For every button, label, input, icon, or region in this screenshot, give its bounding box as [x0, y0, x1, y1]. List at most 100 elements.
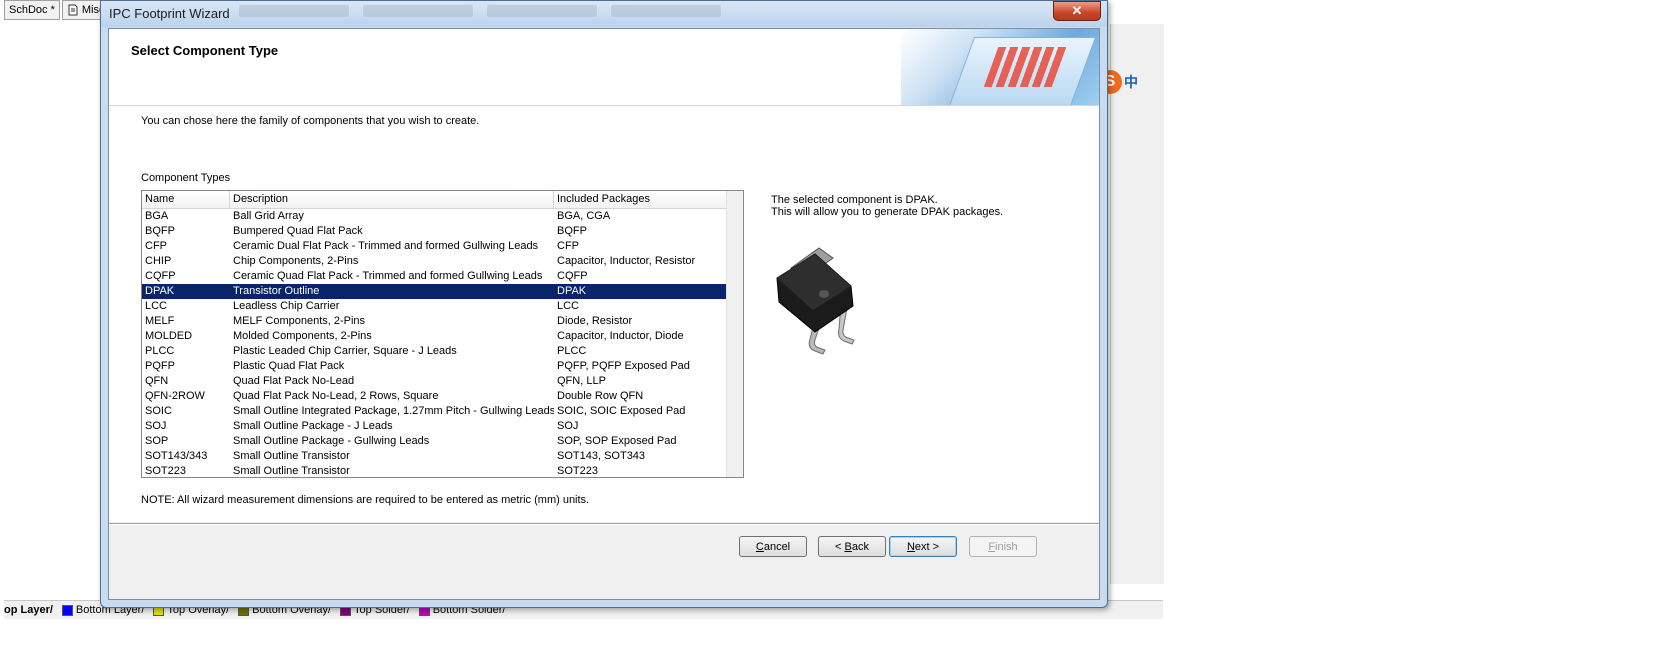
- row-name-cell: CFP: [145, 240, 167, 252]
- wizard-client-area: Select Component Type You can chose here…: [108, 28, 1100, 600]
- row-description-cell: Chip Components, 2-Pins: [233, 255, 359, 267]
- table-row[interactable]: DPAK Transistor Outline DPAK: [142, 284, 727, 299]
- close-icon: ✕: [1071, 3, 1083, 18]
- finish-button[interactable]: Finish: [969, 536, 1037, 557]
- ime-language-indicator[interactable]: 中: [1124, 72, 1138, 92]
- document-tabs: SchDoc * Misc: [4, 0, 111, 20]
- row-description-cell: Quad Flat Pack No-Lead, 2 Rows, Square: [233, 390, 439, 402]
- row-name-cell: SOT223: [145, 465, 186, 477]
- document-icon: [68, 4, 78, 16]
- row-name-cell: SOT143/343: [145, 450, 208, 462]
- row-description-cell: Small Outline Package - Gullwing Leads: [233, 435, 430, 447]
- row-packages-cell: SOT143, SOT343: [557, 450, 646, 462]
- back-button[interactable]: < Back: [818, 536, 886, 557]
- table-row[interactable]: MELF MELF Components, 2-Pins Diode, Resist…: [142, 314, 727, 329]
- table-row[interactable]: CFP Ceramic Dual Flat Pack - Trimmed and …: [142, 239, 727, 254]
- table-row[interactable]: SOT143/343 Small Outline Transistor SOT143…: [142, 449, 727, 464]
- layer-color-swatch: [61, 604, 73, 616]
- row-packages-cell: Double Row QFN: [557, 390, 644, 402]
- row-name-cell: QFN: [145, 375, 169, 387]
- wizard-header: Select Component Type: [109, 29, 1099, 106]
- selected-info-line: The selected component is DPAK.: [771, 194, 938, 206]
- intro-text: You can chose here the family of compone…: [141, 115, 480, 127]
- row-packages-cell: SOP, SOP Exposed Pad: [557, 435, 677, 447]
- table-row[interactable]: SOJ Small Outline Package - J Leads SOJ: [142, 419, 727, 434]
- row-description-cell: Ball Grid Array: [233, 210, 304, 222]
- cancel-button[interactable]: Cancel: [739, 536, 807, 557]
- document-tab-schdoc[interactable]: SchDoc *: [4, 0, 60, 20]
- list-header: Name Description Included Packages: [142, 191, 743, 209]
- list-scrollbar[interactable]: [726, 191, 743, 477]
- row-name-cell: QFN-2ROW: [145, 390, 205, 402]
- layer-tab[interactable]: op Layer /: [4, 604, 53, 616]
- row-packages-cell: DPAK: [557, 285, 587, 297]
- row-description-cell: Small Outline Integrated Package, 1.27mm…: [233, 405, 554, 417]
- row-name-cell: PLCC: [145, 345, 175, 357]
- selected-info-line: This will allow you to generate DPAK pac…: [771, 206, 1004, 218]
- row-name-cell: BGA: [145, 210, 169, 222]
- row-packages-cell: SOIC, SOIC Exposed Pad: [557, 405, 686, 417]
- row-name-cell: LCC: [145, 300, 168, 312]
- row-name-cell: MELF: [145, 315, 175, 327]
- row-name-cell: DPAK: [145, 285, 175, 297]
- title-bar[interactable]: IPC Footprint Wizard ✕: [101, 1, 1107, 27]
- row-name-cell: MOLDED: [145, 330, 193, 342]
- row-description-cell: Ceramic Dual Flat Pack - Trimmed and for…: [233, 240, 539, 252]
- row-description-cell: Molded Components, 2-Pins: [233, 330, 372, 342]
- row-packages-cell: SOT223: [557, 465, 598, 477]
- column-header-name[interactable]: Name: [142, 191, 230, 208]
- row-packages-cell: QFN, LLP: [557, 375, 606, 387]
- table-row[interactable]: PQFP Plastic Quad Flat Pack PQFP, PQFP Exp…: [142, 359, 727, 374]
- table-row[interactable]: QFN-2ROW Quad Flat Pack No-Lead, 2 Rows, …: [142, 389, 727, 404]
- row-description-cell: Small Outline Package - J Leads: [233, 420, 393, 432]
- table-row[interactable]: PLCC Plastic Leaded Chip Carrier, Square …: [142, 344, 727, 359]
- row-packages-cell: CFP: [557, 240, 579, 252]
- row-description-cell: Ceramic Quad Flat Pack - Trimmed and for…: [233, 270, 543, 282]
- title-bar-ghost-tabs: [239, 5, 721, 17]
- table-row[interactable]: BGA Ball Grid Array BGA, CGA: [142, 209, 727, 224]
- component-types-list[interactable]: Name Description Included Packages BGA Ba…: [141, 190, 744, 478]
- table-row[interactable]: CQFP Ceramic Quad Flat Pack - Trimmed and…: [142, 269, 727, 284]
- wizard-body: You can chose here the family of compone…: [109, 106, 1099, 522]
- row-name-cell: SOIC: [145, 405, 172, 417]
- table-row[interactable]: BQFP Bumpered Quad Flat Pack BQFP: [142, 224, 727, 239]
- row-packages-cell: Diode, Resistor: [557, 315, 633, 327]
- selected-component-info: The selected component is DPAK. This wil…: [771, 194, 1003, 218]
- row-description-cell: MELF Components, 2-Pins: [233, 315, 366, 327]
- table-row[interactable]: SOP Small Outline Package - Gullwing Lead…: [142, 434, 727, 449]
- column-header-description[interactable]: Description: [230, 191, 554, 208]
- row-packages-cell: CQFP: [557, 270, 588, 282]
- table-row[interactable]: SOIC Small Outline Integrated Package, 1.…: [142, 404, 727, 419]
- row-name-cell: SOJ: [145, 420, 167, 432]
- row-description-cell: Leadless Chip Carrier: [233, 300, 340, 312]
- document-tab-label: SchDoc *: [9, 4, 55, 16]
- row-packages-cell: PLCC: [557, 345, 587, 357]
- table-row[interactable]: MOLDED Molded Components, 2-Pins Capacitor…: [142, 329, 727, 344]
- row-packages-cell: Capacitor, Inductor, Resistor: [557, 255, 696, 267]
- row-description-cell: Bumpered Quad Flat Pack: [233, 225, 363, 237]
- next-button[interactable]: Next >: [889, 536, 957, 557]
- table-row[interactable]: LCC Leadless Chip Carrier LCC: [142, 299, 727, 314]
- row-packages-cell: BQFP: [557, 225, 587, 237]
- row-description-cell: Plastic Quad Flat Pack: [233, 360, 345, 372]
- table-row[interactable]: QFN Quad Flat Pack No-Lead QFN, LLP: [142, 374, 727, 389]
- list-rows: BGA Ball Grid Array BGA, CGA BQFP Bumpered Q…: [142, 209, 727, 477]
- component-types-label: Component Types: [141, 172, 231, 184]
- window-title: IPC Footprint Wizard: [109, 6, 230, 21]
- row-name-cell: PQFP: [145, 360, 175, 372]
- row-name-cell: CHIP: [145, 255, 172, 267]
- close-button[interactable]: ✕: [1053, 1, 1101, 21]
- row-packages-cell: PQFP, PQFP Exposed Pad: [557, 360, 690, 372]
- row-name-cell: BQFP: [145, 225, 175, 237]
- row-packages-cell: LCC: [557, 300, 580, 312]
- table-row[interactable]: SOT223 Small Outline Transistor SOT223: [142, 464, 727, 477]
- metric-note: NOTE: All wizard measurement dimensions …: [141, 494, 590, 506]
- column-header-packages[interactable]: Included Packages: [554, 191, 727, 208]
- row-description-cell: Quad Flat Pack No-Lead: [233, 375, 355, 387]
- row-description-cell: Small Outline Transistor: [233, 465, 350, 477]
- table-row[interactable]: CHIP Chip Components, 2-Pins Capacitor, In…: [142, 254, 727, 269]
- wizard-footer: Cancel < Back Next > Finish: [109, 523, 1099, 600]
- row-name-cell: SOP: [145, 435, 169, 447]
- layer-separator: /: [49, 604, 53, 616]
- row-packages-cell: Capacitor, Inductor, Diode: [557, 330, 684, 342]
